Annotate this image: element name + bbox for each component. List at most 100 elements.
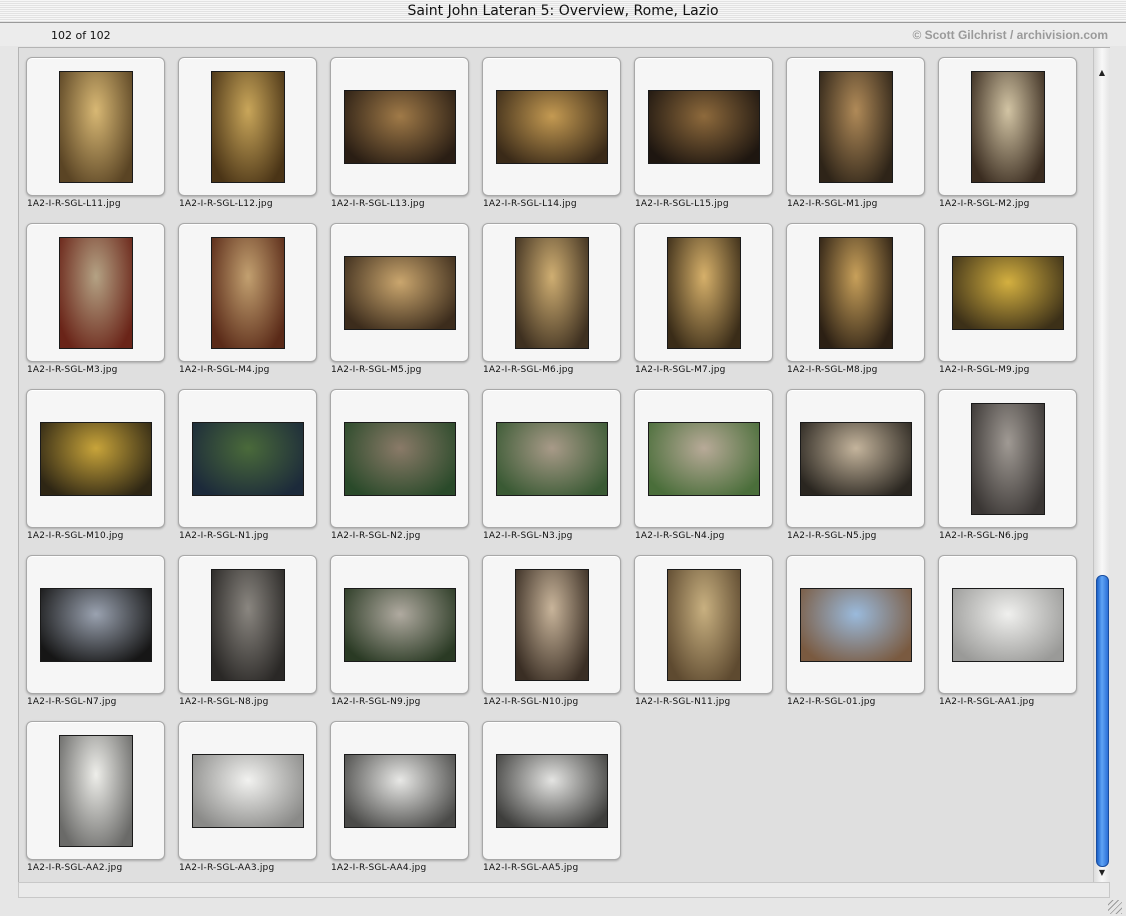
thumbnail-card[interactable]	[178, 389, 317, 528]
thumbnail-card[interactable]	[482, 57, 621, 196]
thumbnail-card[interactable]	[938, 555, 1077, 694]
thumbnail-item[interactable]: 1A2-I-R-SGL-L11.jpg	[19, 49, 165, 209]
thumbnail-item[interactable]: 1A2-I-R-SGL-M2.jpg	[931, 49, 1077, 209]
thumbnail-item[interactable]: 1A2-I-R-SGL-AA2.jpg	[19, 713, 165, 873]
thumbnail-card[interactable]	[26, 721, 165, 860]
thumbnail-item[interactable]: 1A2-I-R-SGL-M7.jpg	[627, 215, 773, 375]
thumbnail-image[interactable]	[344, 256, 456, 330]
thumbnail-image[interactable]	[192, 754, 304, 828]
resize-grip-icon[interactable]	[1108, 900, 1122, 914]
thumbnail-card[interactable]	[634, 555, 773, 694]
thumbnail-item[interactable]: 1A2-I-R-SGL-N6.jpg	[931, 381, 1077, 541]
thumbnail-item[interactable]: 1A2-I-R-SGL-N5.jpg	[779, 381, 925, 541]
thumbnail-item[interactable]: 1A2-I-R-SGL-N1.jpg	[171, 381, 317, 541]
thumbnail-card[interactable]	[482, 721, 621, 860]
thumbnail-image[interactable]	[515, 237, 589, 349]
thumbnail-card[interactable]	[482, 389, 621, 528]
scroll-up-arrow-icon[interactable]: ▲	[1094, 66, 1110, 80]
thumbnail-image[interactable]	[59, 735, 133, 847]
thumbnail-item[interactable]: 1A2-I-R-SGL-N2.jpg	[323, 381, 469, 541]
thumbnail-card[interactable]	[330, 223, 469, 362]
thumbnail-card[interactable]	[330, 555, 469, 694]
thumbnail-item[interactable]: 1A2-I-R-SGL-M6.jpg	[475, 215, 621, 375]
thumbnail-card[interactable]	[26, 389, 165, 528]
thumbnail-card[interactable]	[482, 555, 621, 694]
thumbnail-image[interactable]	[40, 588, 152, 662]
thumbnail-card[interactable]	[938, 223, 1077, 362]
thumbnail-card[interactable]	[330, 389, 469, 528]
thumbnail-image[interactable]	[344, 754, 456, 828]
thumbnail-card[interactable]	[178, 57, 317, 196]
thumbnail-item[interactable]: 1A2-I-R-SGL-01.jpg	[779, 547, 925, 707]
thumbnail-image[interactable]	[344, 90, 456, 164]
thumbnail-image[interactable]	[800, 422, 912, 496]
thumbnail-item[interactable]: 1A2-I-R-SGL-AA1.jpg	[931, 547, 1077, 707]
thumbnail-image[interactable]	[496, 90, 608, 164]
thumbnail-image[interactable]	[648, 422, 760, 496]
thumbnail-card[interactable]	[330, 57, 469, 196]
thumbnail-item[interactable]: 1A2-I-R-SGL-N3.jpg	[475, 381, 621, 541]
thumbnail-image[interactable]	[59, 237, 133, 349]
thumbnail-card[interactable]	[634, 223, 773, 362]
thumbnail-image[interactable]	[971, 71, 1045, 183]
thumbnail-item[interactable]: 1A2-I-R-SGL-M4.jpg	[171, 215, 317, 375]
thumbnail-item[interactable]: 1A2-I-R-SGL-M1.jpg	[779, 49, 925, 209]
thumbnail-item[interactable]: 1A2-I-R-SGL-M5.jpg	[323, 215, 469, 375]
thumbnail-item[interactable]: 1A2-I-R-SGL-M10.jpg	[19, 381, 165, 541]
thumbnail-card[interactable]	[786, 555, 925, 694]
thumbnail-item[interactable]: 1A2-I-R-SGL-L15.jpg	[627, 49, 773, 209]
thumbnail-card[interactable]	[786, 389, 925, 528]
thumbnail-image[interactable]	[819, 237, 893, 349]
thumbnail-item[interactable]: 1A2-I-R-SGL-AA5.jpg	[475, 713, 621, 873]
scroll-down-arrow-icon[interactable]: ▼	[1094, 866, 1110, 880]
thumbnail-card[interactable]	[938, 57, 1077, 196]
thumbnail-image[interactable]	[952, 256, 1064, 330]
thumbnail-card[interactable]	[26, 223, 165, 362]
thumbnail-item[interactable]: 1A2-I-R-SGL-AA3.jpg	[171, 713, 317, 873]
thumbnail-item[interactable]: 1A2-I-R-SGL-AA4.jpg	[323, 713, 469, 873]
thumbnail-item[interactable]: 1A2-I-R-SGL-N4.jpg	[627, 381, 773, 541]
thumbnail-image[interactable]	[211, 237, 285, 349]
thumbnail-image[interactable]	[344, 588, 456, 662]
vertical-scrollbar[interactable]: ▲ ▼	[1093, 48, 1110, 882]
thumbnail-item[interactable]: 1A2-I-R-SGL-N11.jpg	[627, 547, 773, 707]
thumbnail-image[interactable]	[515, 569, 589, 681]
thumbnail-card[interactable]	[786, 57, 925, 196]
thumbnail-image[interactable]	[192, 422, 304, 496]
thumbnail-card[interactable]	[26, 57, 165, 196]
thumbnail-image[interactable]	[59, 71, 133, 183]
thumbnail-card[interactable]	[178, 223, 317, 362]
thumbnail-card[interactable]	[482, 223, 621, 362]
thumbnail-item[interactable]: 1A2-I-R-SGL-N9.jpg	[323, 547, 469, 707]
thumbnail-image[interactable]	[648, 90, 760, 164]
thumbnail-image[interactable]	[667, 237, 741, 349]
thumbnail-image[interactable]	[800, 588, 912, 662]
thumbnail-image[interactable]	[40, 422, 152, 496]
thumbnail-card[interactable]	[938, 389, 1077, 528]
thumbnail-item[interactable]: 1A2-I-R-SGL-L12.jpg	[171, 49, 317, 209]
thumbnail-image[interactable]	[496, 754, 608, 828]
thumbnail-image[interactable]	[211, 569, 285, 681]
thumbnail-image[interactable]	[496, 422, 608, 496]
thumbnail-item[interactable]: 1A2-I-R-SGL-M8.jpg	[779, 215, 925, 375]
thumbnail-card[interactable]	[786, 223, 925, 362]
thumbnail-item[interactable]: 1A2-I-R-SGL-M9.jpg	[931, 215, 1077, 375]
thumbnail-card[interactable]	[330, 721, 469, 860]
thumbnail-image[interactable]	[952, 588, 1064, 662]
thumbnail-item[interactable]: 1A2-I-R-SGL-L13.jpg	[323, 49, 469, 209]
thumbnail-item[interactable]: 1A2-I-R-SGL-N8.jpg	[171, 547, 317, 707]
thumbnail-card[interactable]	[178, 555, 317, 694]
thumbnail-item[interactable]: 1A2-I-R-SGL-L14.jpg	[475, 49, 621, 209]
thumbnail-card[interactable]	[26, 555, 165, 694]
thumbnail-card[interactable]	[634, 57, 773, 196]
thumbnail-image[interactable]	[971, 403, 1045, 515]
thumbnail-card[interactable]	[178, 721, 317, 860]
thumbnail-item[interactable]: 1A2-I-R-SGL-N10.jpg	[475, 547, 621, 707]
thumbnail-item[interactable]: 1A2-I-R-SGL-N7.jpg	[19, 547, 165, 707]
thumbnail-image[interactable]	[819, 71, 893, 183]
thumbnail-card[interactable]	[634, 389, 773, 528]
thumbnail-image[interactable]	[211, 71, 285, 183]
scroll-thumb[interactable]	[1096, 575, 1109, 867]
thumbnail-image[interactable]	[667, 569, 741, 681]
thumbnail-image[interactable]	[344, 422, 456, 496]
